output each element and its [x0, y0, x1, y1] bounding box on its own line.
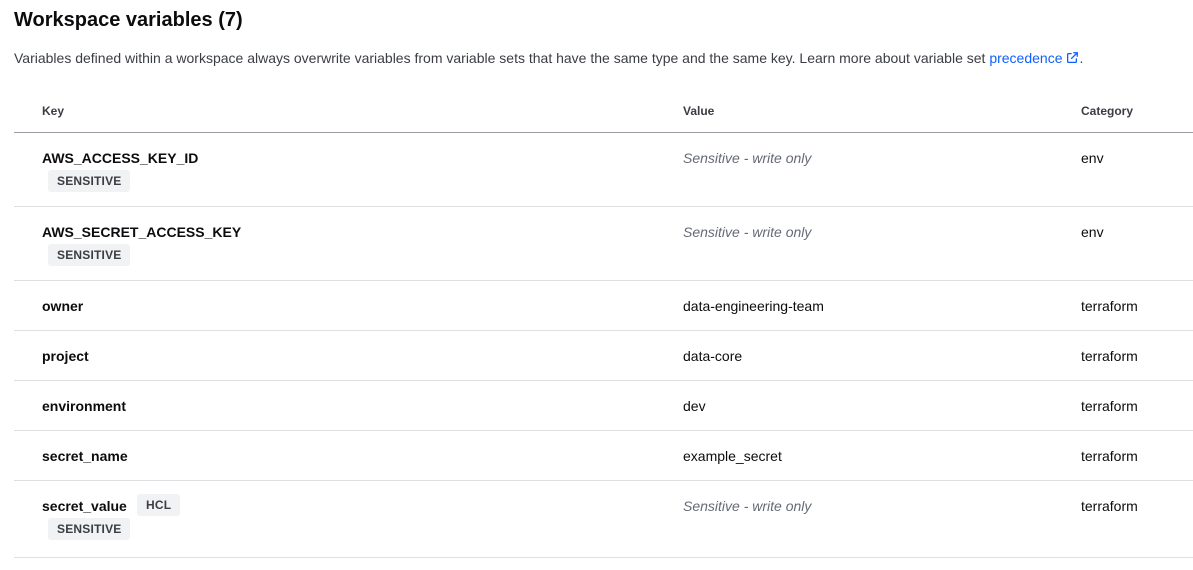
variable-value: dev	[683, 398, 706, 414]
column-header-category: Category	[1081, 104, 1134, 118]
sensitive-badge: SENSITIVE	[48, 518, 131, 540]
table-row[interactable]: owner data-engineering-team terraform	[14, 281, 1193, 331]
hcl-badge: HCL	[137, 494, 181, 516]
variable-category: env	[1081, 150, 1104, 166]
variable-value: Sensitive - write only	[683, 498, 812, 514]
variable-category: terraform	[1081, 298, 1138, 314]
description-end: .	[1079, 50, 1084, 66]
sensitive-badge: SENSITIVE	[48, 170, 131, 192]
variable-key: environment	[42, 398, 127, 414]
variables-table: Key Value Category AWS_ACCESS_KEY_ID SEN…	[14, 88, 1193, 558]
page-title: Workspace variables (7)	[14, 9, 243, 31]
variable-key: owner	[42, 298, 84, 314]
precedence-link[interactable]: precedence	[989, 50, 1079, 66]
variable-value: Sensitive - write only	[683, 150, 812, 166]
variable-key: AWS_SECRET_ACCESS_KEY	[42, 224, 242, 240]
workspace-variables-page: Workspace variables (7) Variables define…	[0, 0, 1193, 570]
table-row[interactable]: secret_name example_secret terraform	[14, 431, 1193, 481]
description-text: Variables defined within a workspace alw…	[14, 50, 990, 66]
variable-key: secret_name	[42, 448, 128, 464]
table-row[interactable]: AWS_ACCESS_KEY_ID SENSITIVE Sensitive - …	[14, 133, 1193, 207]
external-link-icon	[1065, 51, 1079, 69]
variable-value: Sensitive - write only	[683, 224, 812, 240]
table-row[interactable]: AWS_SECRET_ACCESS_KEY SENSITIVE Sensitiv…	[14, 207, 1193, 281]
column-header-key: Key	[42, 104, 65, 118]
page-description: Variables defined within a workspace alw…	[14, 49, 1083, 69]
precedence-link-label: precedence	[989, 50, 1063, 66]
variable-category: terraform	[1081, 448, 1138, 464]
variable-key: project	[42, 348, 89, 364]
variable-value: example_secret	[683, 448, 782, 464]
variable-category: terraform	[1081, 348, 1138, 364]
sensitive-badge: SENSITIVE	[48, 244, 131, 266]
table-row[interactable]: project data-core terraform	[14, 331, 1193, 381]
variable-value: data-engineering-team	[683, 298, 824, 314]
table-row[interactable]: secret_value HCL SENSITIVE Sensitive - w…	[14, 481, 1193, 558]
table-row[interactable]: environment dev terraform	[14, 381, 1193, 431]
variable-key: AWS_ACCESS_KEY_ID	[42, 150, 199, 166]
variable-value: data-core	[683, 348, 743, 364]
variable-key: secret_value	[42, 498, 127, 514]
column-header-value: Value	[683, 104, 715, 118]
variable-category: terraform	[1081, 498, 1138, 514]
variable-category: terraform	[1081, 398, 1138, 414]
table-header: Key Value Category	[14, 88, 1193, 133]
variable-category: env	[1081, 224, 1104, 240]
